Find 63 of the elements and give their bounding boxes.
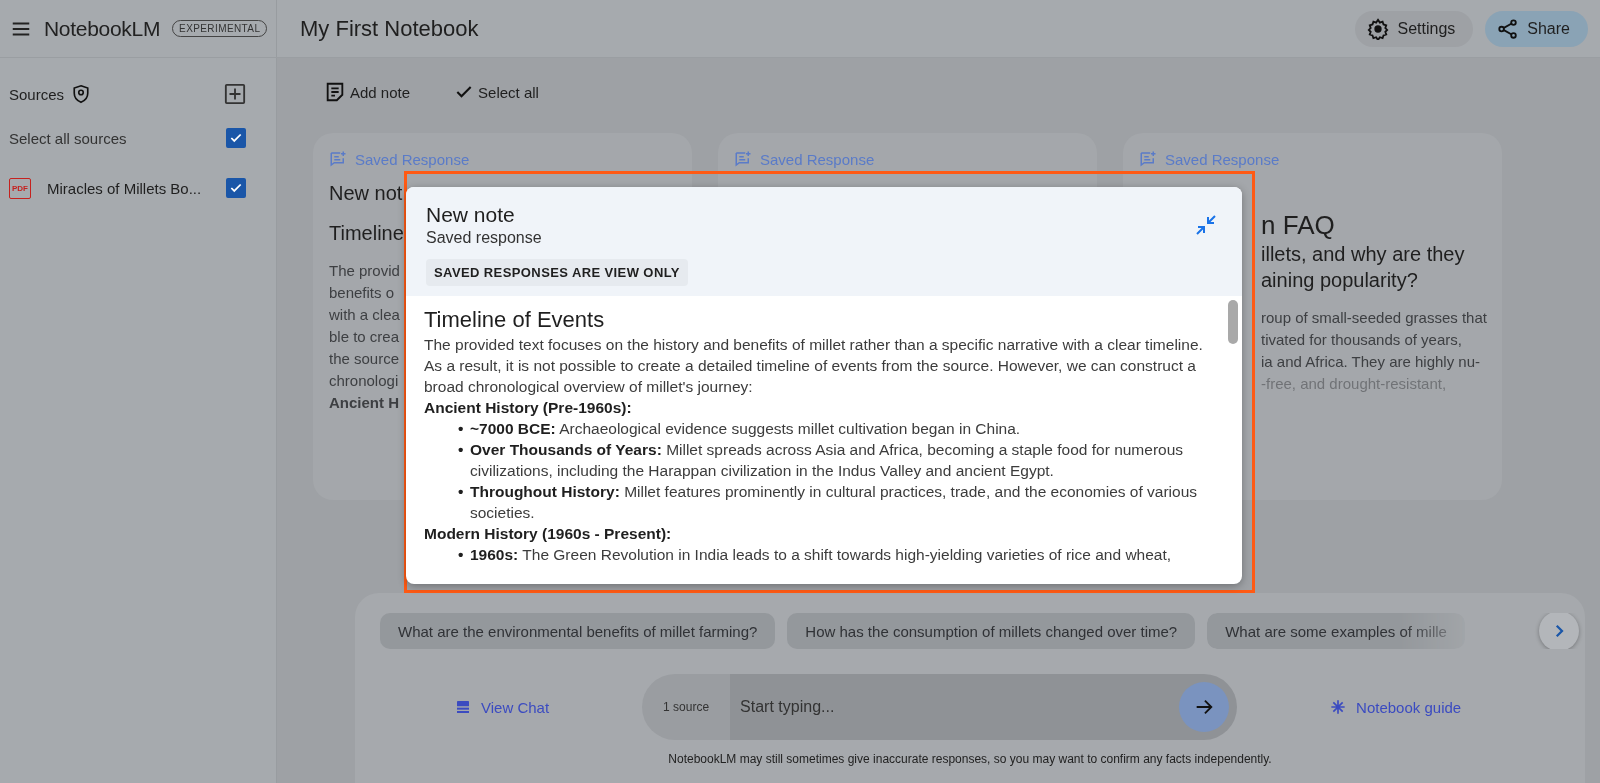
note-text: tivated for thousands of years, — [1261, 330, 1462, 350]
note-heading: Timeline — [329, 221, 404, 246]
note-heading: aining popularity? — [1261, 268, 1418, 293]
note-text: chronologi — [329, 371, 399, 391]
settings-button[interactable]: Settings — [1355, 10, 1474, 47]
section-title: Modern History (1960s - Present): — [424, 524, 673, 544]
checkbox[interactable] — [226, 128, 246, 148]
note-sparkle-icon — [329, 150, 347, 168]
note-tag: Saved Response — [760, 150, 875, 168]
source-count: 1 source — [642, 674, 731, 740]
add-note-button[interactable]: Add note — [324, 80, 411, 104]
note-sparkle-icon — [1139, 150, 1157, 168]
note-text: The provid — [329, 261, 400, 281]
notebook-title: My First Notebook — [300, 15, 480, 42]
note-text: with a clea — [329, 305, 400, 325]
note-heading: Timeline of Events — [424, 306, 606, 334]
checkbox[interactable] — [226, 178, 246, 198]
dialog-subtitle: Saved response — [426, 229, 543, 247]
select-button[interactable]: Select all — [454, 80, 539, 104]
app-logo: NotebookLM — [44, 16, 161, 41]
suggestion-chip[interactable]: What are some examples of mille — [1207, 613, 1465, 649]
disclaimer-text: NotebookLM may still sometimes give inaccurate responses, so you may want to confirm any facts independently. — [668, 752, 1272, 766]
note-title: n FAQ — [1261, 209, 1335, 241]
note-tag: Saved Response — [355, 150, 470, 168]
note-heading: illets, and why are they — [1261, 242, 1465, 267]
add-source-button[interactable] — [224, 83, 246, 105]
section-title: Ancient History (Pre-1960s): — [424, 398, 633, 418]
view-only-notice: SAVED RESPONSES ARE VIEW ONLY — [426, 259, 688, 286]
scrollbar[interactable] — [1228, 300, 1238, 344]
asterisk-icon — [1330, 699, 1347, 715]
list-item: 1960s: The Green Revolution in India leads to a shift towards high-yielding varieties of rice and wheat, — [470, 545, 1172, 565]
select-all-label: Select all sources — [9, 129, 128, 147]
shield-icon — [72, 84, 91, 104]
bullet: • — [458, 482, 465, 502]
note-text: the source — [329, 349, 400, 369]
list-item: ~7000 BCE: Archaeological evidence suggests millet cultivation began in China. — [470, 419, 1021, 439]
chat-icon — [455, 699, 471, 715]
note-tag: Saved Response — [1165, 150, 1280, 168]
note-title: New not — [329, 181, 403, 206]
sources-heading: Sources — [9, 85, 65, 103]
suggestion-chip[interactable]: How has the consumption of millets changed over time? — [787, 613, 1196, 649]
note-text: Ancient H — [329, 393, 399, 413]
bullet: • — [458, 419, 465, 439]
settings-icon — [1367, 17, 1390, 40]
note-text: ia and Africa. They are highly nu- — [1261, 352, 1481, 372]
dialog-title: New note — [426, 203, 515, 227]
bullet: • — [458, 545, 465, 565]
next-button[interactable] — [1539, 613, 1579, 649]
share-icon — [1497, 17, 1520, 40]
note-sparkle-icon — [734, 150, 752, 168]
note-text: benefits o — [329, 283, 395, 303]
note-text: roup of small-seeded grasses that — [1261, 308, 1487, 328]
bullet: • — [458, 440, 465, 460]
collapse-button[interactable] — [1194, 213, 1218, 237]
chat-input-field[interactable]: Start typing... — [730, 674, 1238, 740]
checkmark-icon — [229, 181, 243, 195]
share-button[interactable]: Share — [1485, 10, 1588, 47]
pdf-file-icon: PDF — [9, 177, 31, 199]
source-name[interactable]: Miracles of Millets Bo... — [47, 179, 218, 197]
note-icon — [324, 81, 346, 103]
suggestion-chip[interactable]: What are the environmental benefits of millet farming? — [380, 613, 776, 649]
note-text: ble to crea — [329, 327, 400, 347]
checkmark-icon — [229, 131, 243, 145]
